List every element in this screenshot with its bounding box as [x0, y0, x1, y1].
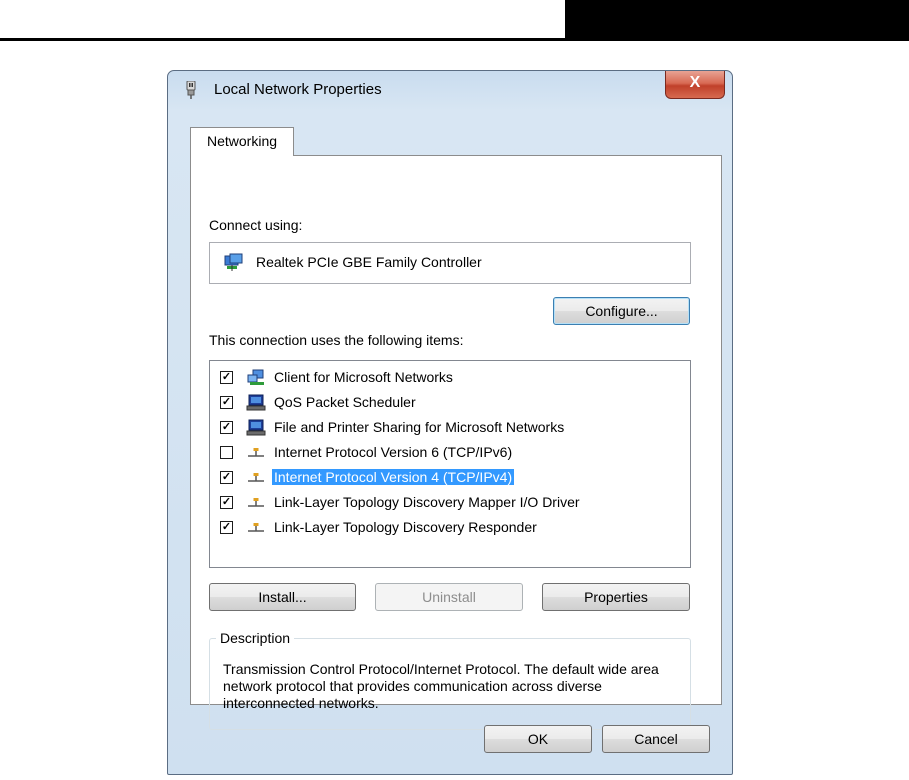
list-item-client-for-microsoft-networks[interactable]: ✓ Client for Microsoft Networks: [210, 366, 690, 390]
item-label: Link-Layer Topology Discovery Responder: [274, 519, 537, 535]
protocol-icon: [248, 498, 264, 507]
checkbox[interactable]: ✓: [220, 421, 233, 434]
list-item-ipv6[interactable]: Internet Protocol Version 6 (TCP/IPv6): [210, 441, 690, 465]
checkbox[interactable]: [220, 446, 233, 459]
checkbox[interactable]: ✓: [220, 471, 233, 484]
adapter-field: Realtek PCIe GBE Family Controller: [209, 242, 691, 284]
protocol-icon: [248, 473, 264, 482]
cancel-button[interactable]: Cancel: [602, 725, 710, 753]
title-bar[interactable]: Local Network Properties X: [168, 71, 732, 115]
properties-button[interactable]: Properties: [542, 583, 690, 611]
configure-button[interactable]: Configure...: [553, 297, 690, 325]
network-adapter-icon: [224, 253, 243, 271]
list-item-ipv4[interactable]: ✓ Internet Protocol Version 4 (TCP/IPv4): [210, 466, 690, 490]
items-label: This connection uses the following items…: [209, 332, 464, 348]
tab-networking[interactable]: Networking: [190, 127, 294, 156]
ok-button[interactable]: OK: [484, 725, 592, 753]
connection-items-list[interactable]: ✓ Client for Microsoft Networks ✓ QoS Pa…: [209, 360, 691, 568]
checkbox[interactable]: ✓: [220, 496, 233, 509]
description-group: Description Transmission Control Protoco…: [209, 630, 691, 730]
computer-service-icon: [246, 394, 266, 411]
description-text: Transmission Control Protocol/Internet P…: [223, 661, 659, 711]
network-connector-icon: [186, 81, 196, 99]
protocol-icon: [248, 523, 264, 532]
list-item-lltd-responder[interactable]: ✓ Link-Layer Topology Discovery Responde…: [210, 516, 690, 540]
checkbox[interactable]: ✓: [220, 396, 233, 409]
list-item-lltd-mapper[interactable]: ✓ Link-Layer Topology Discovery Mapper I…: [210, 491, 690, 515]
dialog-client-area: Networking Connect using: Realtek PCIe G…: [178, 115, 722, 765]
dialog-title: Local Network Properties: [214, 81, 382, 98]
item-label: File and Printer Sharing for Microsoft N…: [274, 419, 565, 435]
computer-service-icon: [246, 419, 266, 436]
item-label: Link-Layer Topology Discovery Mapper I/O…: [274, 494, 580, 510]
page-header-block: [565, 0, 909, 41]
item-label: Client for Microsoft Networks: [274, 369, 453, 385]
install-button[interactable]: Install...: [209, 583, 356, 611]
description-legend: Description: [216, 630, 295, 646]
list-item-qos-packet-scheduler[interactable]: ✓ QoS Packet Scheduler: [210, 391, 690, 415]
checkbox[interactable]: ✓: [220, 521, 233, 534]
protocol-icon: [248, 448, 264, 457]
list-item-file-and-printer-sharing[interactable]: ✓ File and Printer Sharing for Microsoft…: [210, 416, 690, 440]
item-label-selected: Internet Protocol Version 4 (TCP/IPv4): [272, 469, 515, 485]
item-label: QoS Packet Scheduler: [274, 394, 416, 410]
page-header-rule: [0, 38, 565, 41]
connect-using-label: Connect using:: [209, 217, 303, 233]
networking-panel: Connect using: Realtek PCIe GBE Family C…: [190, 155, 722, 730]
checkbox[interactable]: ✓: [220, 371, 233, 384]
network-client-icon: [247, 369, 264, 385]
adapter-name: Realtek PCIe GBE Family Controller: [256, 254, 482, 270]
item-label: Internet Protocol Version 6 (TCP/IPv6): [274, 444, 513, 460]
local-network-properties-dialog: Local Network Properties X Networking Co…: [167, 70, 733, 775]
close-button[interactable]: X: [665, 71, 725, 99]
uninstall-button[interactable]: Uninstall: [375, 583, 523, 611]
